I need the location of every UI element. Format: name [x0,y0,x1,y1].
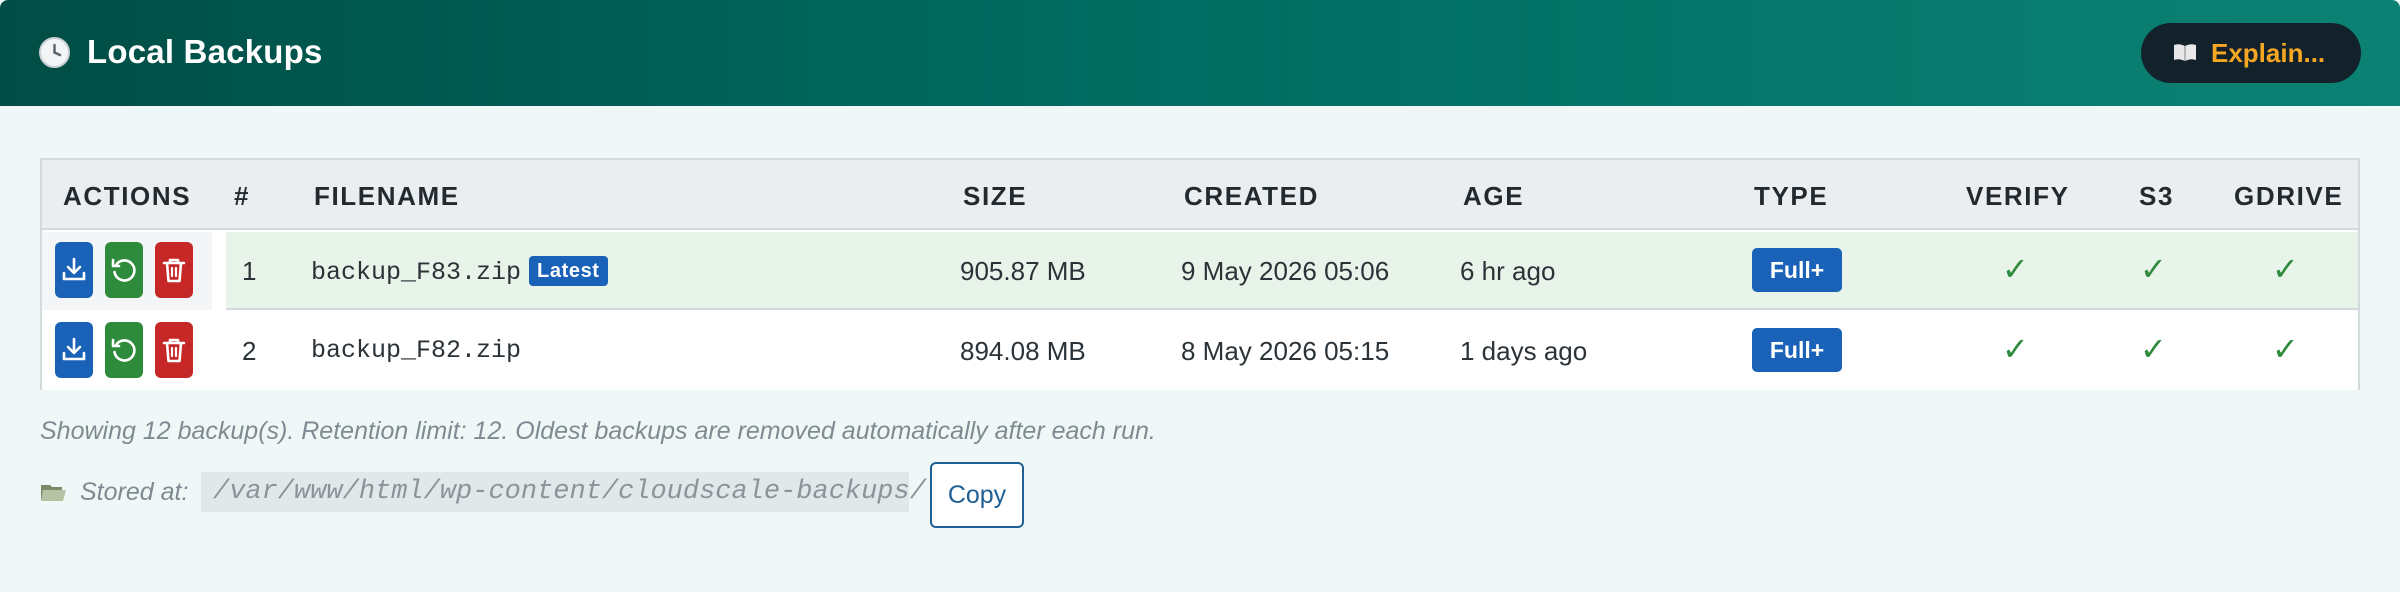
filename-text: backup_F83.zip [311,258,522,287]
row-created: 9 May 2026 05:06 [1181,256,1390,286]
restore-button[interactable] [105,322,143,378]
column-header-actions: ACTIONS [63,181,192,211]
column-header-gdrive: GDRIVE [2234,181,2344,211]
copy-button[interactable]: Copy [930,462,1024,528]
column-header-age: AGE [1463,181,1525,211]
column-header-type: TYPE [1754,181,1829,211]
download-button[interactable] [55,242,93,298]
latest-badge: Latest [529,256,608,286]
book-icon [2174,44,2196,61]
verify-check: ✓ [2002,331,2029,367]
restore-icon [111,338,136,362]
row-actions [42,232,226,310]
column-header-created: CREATED [1184,181,1319,211]
s3-check: ✓ [2140,331,2167,367]
row-filename: backup_F82.zip [311,336,522,365]
table-row: 1 backup_F83.zip Latest 905.87 MB 9 May 2… [42,232,2358,310]
column-header-size: SIZE [963,181,1028,211]
table-row: 2 backup_F82.zip 894.08 MB 8 May 2026 05… [42,312,2358,390]
download-button[interactable] [55,322,93,378]
folder-icon [41,485,66,501]
table-header: ACTIONS # FILENAME SIZE CREATED AGE TYPE… [42,160,2358,230]
explain-button[interactable]: Explain... [2141,23,2361,83]
download-icon [62,257,86,281]
explain-label: Explain... [2211,38,2326,68]
panel-title: Local Backups [87,33,323,70]
row-number: 1 [242,256,257,286]
panel-header: Local Backups Explain... [0,0,2400,106]
stored-path: /var/www/html/wp-content/cloudscale-back… [201,472,926,512]
stored-at-label: Stored at: [80,478,189,506]
delete-button[interactable] [155,322,193,378]
column-header-s3: S3 [2139,181,2175,211]
backups-table: ACTIONS # FILENAME SIZE CREATED AGE TYPE… [40,158,2360,390]
gdrive-check: ✓ [2272,251,2299,287]
verify-check: ✓ [2002,251,2029,287]
retention-note: Showing 12 backup(s). Retention limit: 1… [40,417,1156,445]
column-header-verify: VERIFY [1966,181,2070,211]
column-header-filename: FILENAME [314,181,460,211]
gdrive-check: ✓ [2272,331,2299,367]
trash-icon [162,258,186,283]
type-badge: Full+ [1752,328,1842,372]
column-header-number: # [234,181,251,211]
trash-icon [162,338,186,363]
row-size: 905.87 MB [960,256,1086,286]
row-created: 8 May 2026 05:15 [1181,336,1390,366]
row-age: 1 days ago [1460,336,1588,366]
row-filename: backup_F83.zip Latest [311,256,608,288]
restore-icon [111,258,136,282]
s3-check: ✓ [2140,251,2167,287]
row-size: 894.08 MB [960,336,1086,366]
row-number: 2 [242,336,257,366]
row-actions [42,312,224,390]
restore-button[interactable] [105,242,143,298]
delete-button[interactable] [155,242,193,298]
download-icon [62,337,86,361]
type-badge: Full+ [1752,248,1842,292]
row-age: 6 hr ago [1460,256,1556,286]
clock-icon [39,37,70,68]
